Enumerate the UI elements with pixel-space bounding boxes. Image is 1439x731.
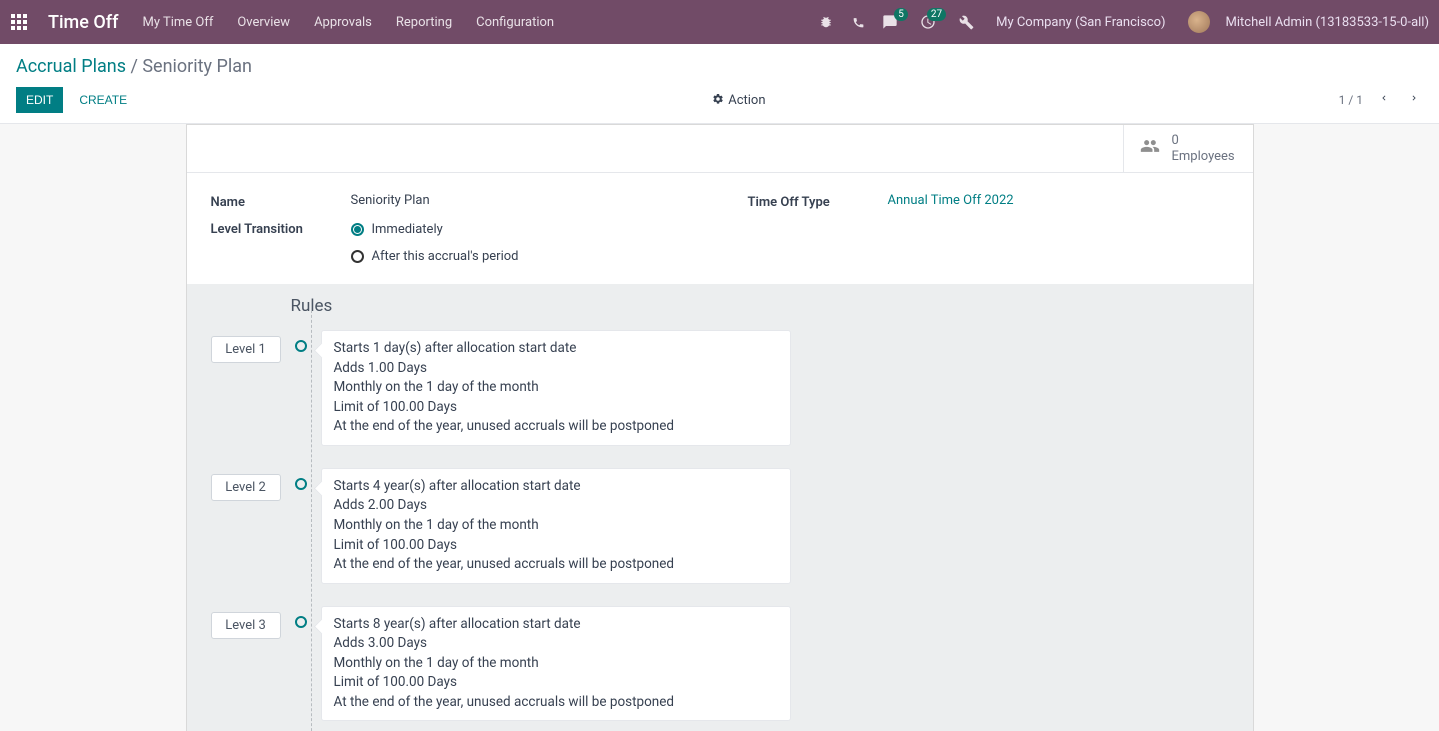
top-navbar: Time Off My Time Off Overview Approvals … bbox=[0, 0, 1439, 44]
menu-my-time-off[interactable]: My Time Off bbox=[142, 15, 213, 30]
activities-badge: 27 bbox=[927, 8, 946, 21]
gear-icon bbox=[712, 93, 724, 108]
rule-line: Starts 8 year(s) after allocation start … bbox=[334, 615, 778, 635]
activities-icon[interactable]: 27 bbox=[920, 14, 936, 30]
rule-line: Monthly on the 1 day of the month bbox=[334, 378, 778, 398]
timeline-node-icon bbox=[295, 340, 307, 352]
stat-count: 0 bbox=[1172, 133, 1235, 149]
debug-icon[interactable] bbox=[818, 14, 834, 30]
level-tag[interactable]: Level 3 bbox=[211, 612, 281, 639]
rule-card[interactable]: Starts 1 day(s) after allocation start d… bbox=[321, 330, 791, 446]
rule-line: Adds 2.00 Days bbox=[334, 496, 778, 516]
rule-line: Adds 3.00 Days bbox=[334, 634, 778, 654]
radio-checked-icon bbox=[351, 223, 364, 236]
app-brand[interactable]: Time Off bbox=[48, 12, 118, 33]
name-label: Name bbox=[211, 193, 351, 210]
action-dropdown[interactable]: Action bbox=[712, 93, 765, 108]
breadcrumb-sep: / bbox=[126, 56, 142, 77]
level-tag[interactable]: Level 1 bbox=[211, 336, 281, 363]
messages-icon[interactable]: 5 bbox=[882, 14, 898, 30]
breadcrumb: Accrual Plans / Seniority Plan bbox=[16, 56, 1423, 77]
rule-line: Limit of 100.00 Days bbox=[334, 673, 778, 693]
rule-line: Adds 1.00 Days bbox=[334, 359, 778, 379]
pager-next[interactable] bbox=[1405, 89, 1423, 112]
stat-label: Employees bbox=[1172, 149, 1235, 164]
level-row: Level 3 Starts 8 year(s) after allocatio… bbox=[211, 606, 1229, 722]
company-selector[interactable]: My Company (San Francisco) bbox=[996, 15, 1165, 30]
rule-line: Monthly on the 1 day of the month bbox=[334, 654, 778, 674]
right-column: Time Off Type Annual Time Off 2022 bbox=[748, 193, 1229, 266]
control-panel: Accrual Plans / Seniority Plan EDIT CREA… bbox=[0, 44, 1439, 123]
menu-configuration[interactable]: Configuration bbox=[476, 15, 554, 30]
rule-line: Starts 1 day(s) after allocation start d… bbox=[334, 339, 778, 359]
create-button[interactable]: CREATE bbox=[67, 87, 139, 113]
phone-icon[interactable] bbox=[850, 14, 866, 30]
rule-line: Limit of 100.00 Days bbox=[334, 398, 778, 418]
rule-line: Monthly on the 1 day of the month bbox=[334, 516, 778, 536]
main-menu: My Time Off Overview Approvals Reporting… bbox=[142, 15, 554, 30]
rule-card[interactable]: Starts 8 year(s) after allocation start … bbox=[321, 606, 791, 722]
form-sheet: 0 Employees Name Seniority Plan Level Tr… bbox=[186, 124, 1254, 731]
action-label: Action bbox=[728, 93, 765, 108]
stat-employees[interactable]: 0 Employees bbox=[1123, 125, 1253, 172]
transition-options: Immediately After this accrual's period bbox=[351, 220, 692, 266]
level-tag[interactable]: Level 2 bbox=[211, 474, 281, 501]
pager-prev[interactable] bbox=[1375, 89, 1393, 112]
rule-line: Limit of 100.00 Days bbox=[334, 536, 778, 556]
systray: 5 27 My Company (San Francisco) Mitchell… bbox=[818, 11, 1429, 33]
rules-timeline: Level 1 Starts 1 day(s) after allocation… bbox=[211, 330, 1229, 721]
rule-card[interactable]: Starts 4 year(s) after allocation start … bbox=[321, 468, 791, 584]
timeline-node-icon bbox=[295, 478, 307, 490]
transition-label: Level Transition bbox=[211, 220, 351, 237]
level-row: Level 2 Starts 4 year(s) after allocatio… bbox=[211, 468, 1229, 584]
apps-icon[interactable] bbox=[10, 13, 28, 31]
breadcrumb-current: Seniority Plan bbox=[142, 56, 252, 77]
rules-section: Rules Level 1 Starts 1 day(s) after allo… bbox=[187, 284, 1253, 731]
rule-line: At the end of the year, unused accruals … bbox=[334, 417, 778, 437]
transition-opt2-label: After this accrual's period bbox=[372, 249, 519, 264]
transition-opt-immediately[interactable]: Immediately bbox=[351, 220, 692, 239]
menu-approvals[interactable]: Approvals bbox=[314, 15, 372, 30]
messages-badge: 5 bbox=[894, 8, 908, 21]
rule-line: At the end of the year, unused accruals … bbox=[334, 693, 778, 713]
users-icon bbox=[1138, 136, 1162, 161]
button-box: 0 Employees bbox=[187, 125, 1253, 173]
rules-title: Rules bbox=[291, 296, 1229, 316]
form-fields: Name Seniority Plan Level Transition Imm… bbox=[187, 173, 1253, 284]
timeline-node-icon bbox=[295, 616, 307, 628]
form-view-scroll[interactable]: 0 Employees Name Seniority Plan Level Tr… bbox=[0, 124, 1439, 731]
name-value: Seniority Plan bbox=[351, 193, 692, 208]
avatar[interactable] bbox=[1188, 11, 1210, 33]
menu-reporting[interactable]: Reporting bbox=[396, 15, 452, 30]
rule-line: Starts 4 year(s) after allocation start … bbox=[334, 477, 778, 497]
level-row: Level 1 Starts 1 day(s) after allocation… bbox=[211, 330, 1229, 446]
transition-opt-after-period[interactable]: After this accrual's period bbox=[351, 247, 692, 266]
menu-overview[interactable]: Overview bbox=[237, 15, 290, 30]
rule-line: At the end of the year, unused accruals … bbox=[334, 555, 778, 575]
edit-button[interactable]: EDIT bbox=[16, 87, 63, 113]
left-column: Name Seniority Plan Level Transition Imm… bbox=[211, 193, 692, 266]
user-menu[interactable]: Mitchell Admin (13183533-15-0-all) bbox=[1226, 15, 1429, 30]
pager-value: 1 / 1 bbox=[1339, 93, 1363, 107]
type-value[interactable]: Annual Time Off 2022 bbox=[888, 193, 1229, 208]
breadcrumb-parent[interactable]: Accrual Plans bbox=[16, 56, 126, 77]
pager: 1 / 1 bbox=[1339, 89, 1423, 112]
radio-unchecked-icon bbox=[351, 250, 364, 263]
transition-opt1-label: Immediately bbox=[372, 222, 443, 237]
tools-icon[interactable] bbox=[958, 14, 974, 30]
type-label: Time Off Type bbox=[748, 193, 888, 210]
